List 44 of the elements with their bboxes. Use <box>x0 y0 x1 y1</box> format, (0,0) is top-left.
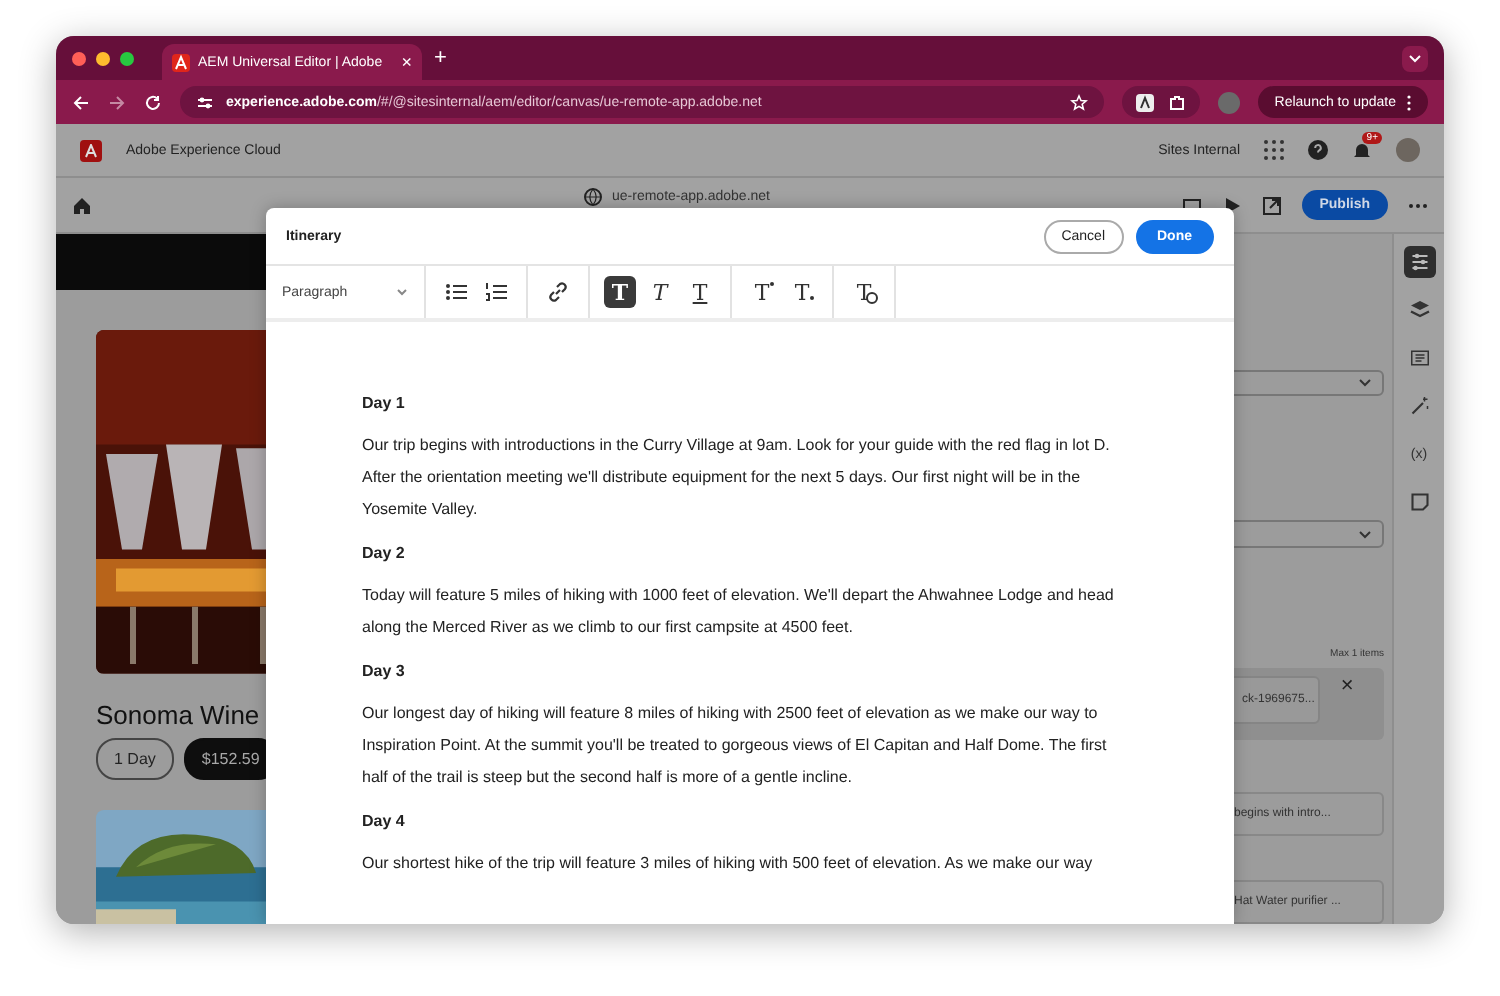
tag-chip[interactable]: 1 Day <box>96 737 174 780</box>
day-description: Today will feature 5 miles of hiking with 1000 feet of elevation. We'll depart the Ahwahnee Lodge and head along the Merced River as we climb to our first campsite at 4500 feet. <box>362 584 1116 640</box>
site-settings-icon[interactable] <box>196 93 214 111</box>
clear-format-button[interactable]: T <box>848 276 880 308</box>
day-description: Our longest day of hiking will feature 8 miles of hiking with 2500 feet of elevation as we make our way to Inspiration Point. At the summit you'll be treated to gorgeous views of El Capitan and Half Dome. The first half of the trail is steep but the second half is more of a gentle incline. <box>362 702 1109 790</box>
remove-button[interactable]: × <box>1340 675 1354 698</box>
properties-icon[interactable] <box>1403 246 1435 278</box>
day-heading: Day 4 <box>362 812 407 830</box>
adobe-logo-icon <box>80 139 102 161</box>
globe-icon[interactable] <box>584 188 602 206</box>
bell-icon[interactable] <box>1352 140 1372 160</box>
tab-list-button[interactable] <box>1402 45 1428 71</box>
chevron-down-icon[interactable] <box>1358 529 1372 540</box>
day-description: Our trip begins with introductions in the Curry Village at 9am. Look for your guide with the red flag in lot D. After the orientation meeting we'll distribute equipment for the next 5 days. Our first night will be in the Yosemite Valley. <box>362 434 1112 522</box>
chevron-down-icon <box>396 288 408 296</box>
card-title: Sonoma Wine <box>96 699 262 730</box>
home-icon[interactable] <box>72 195 92 215</box>
help-icon[interactable] <box>1308 140 1328 160</box>
open-external-icon[interactable] <box>1261 195 1282 215</box>
chevron-down-icon[interactable] <box>1358 378 1372 389</box>
day-heading: Day 3 <box>362 662 407 680</box>
underline-button[interactable]: T <box>684 276 716 308</box>
more-icon[interactable] <box>1406 93 1412 111</box>
zoom-window-button[interactable] <box>120 51 134 65</box>
new-tab-button[interactable]: + <box>434 46 447 70</box>
more-icon[interactable] <box>1408 201 1428 209</box>
back-icon[interactable] <box>72 93 90 111</box>
italic-button[interactable]: T <box>644 276 676 308</box>
reload-icon[interactable] <box>144 93 162 111</box>
superscript-button[interactable]: T <box>746 276 778 308</box>
bold-button[interactable]: T <box>604 276 636 308</box>
day-description: Our shortest hike of the trip will feature 3 miles of hiking with 500 feet of elevation. As we make our way <box>362 852 1095 876</box>
subscript-button[interactable]: T <box>786 276 818 308</box>
apps-grid-icon[interactable] <box>1264 140 1284 160</box>
close-window-button[interactable] <box>72 51 86 65</box>
forward-icon[interactable] <box>108 93 126 111</box>
adobe-logo-icon[interactable] <box>172 53 190 71</box>
tab-close-button[interactable]: × <box>401 52 412 72</box>
puzzle-icon[interactable] <box>1168 93 1187 111</box>
minimize-window-button[interactable] <box>96 51 110 65</box>
star-icon[interactable] <box>1070 93 1089 111</box>
extension-icon[interactable] <box>1136 93 1155 111</box>
day-heading: Day 1 <box>362 394 407 412</box>
day-heading: Day 2 <box>362 544 407 562</box>
